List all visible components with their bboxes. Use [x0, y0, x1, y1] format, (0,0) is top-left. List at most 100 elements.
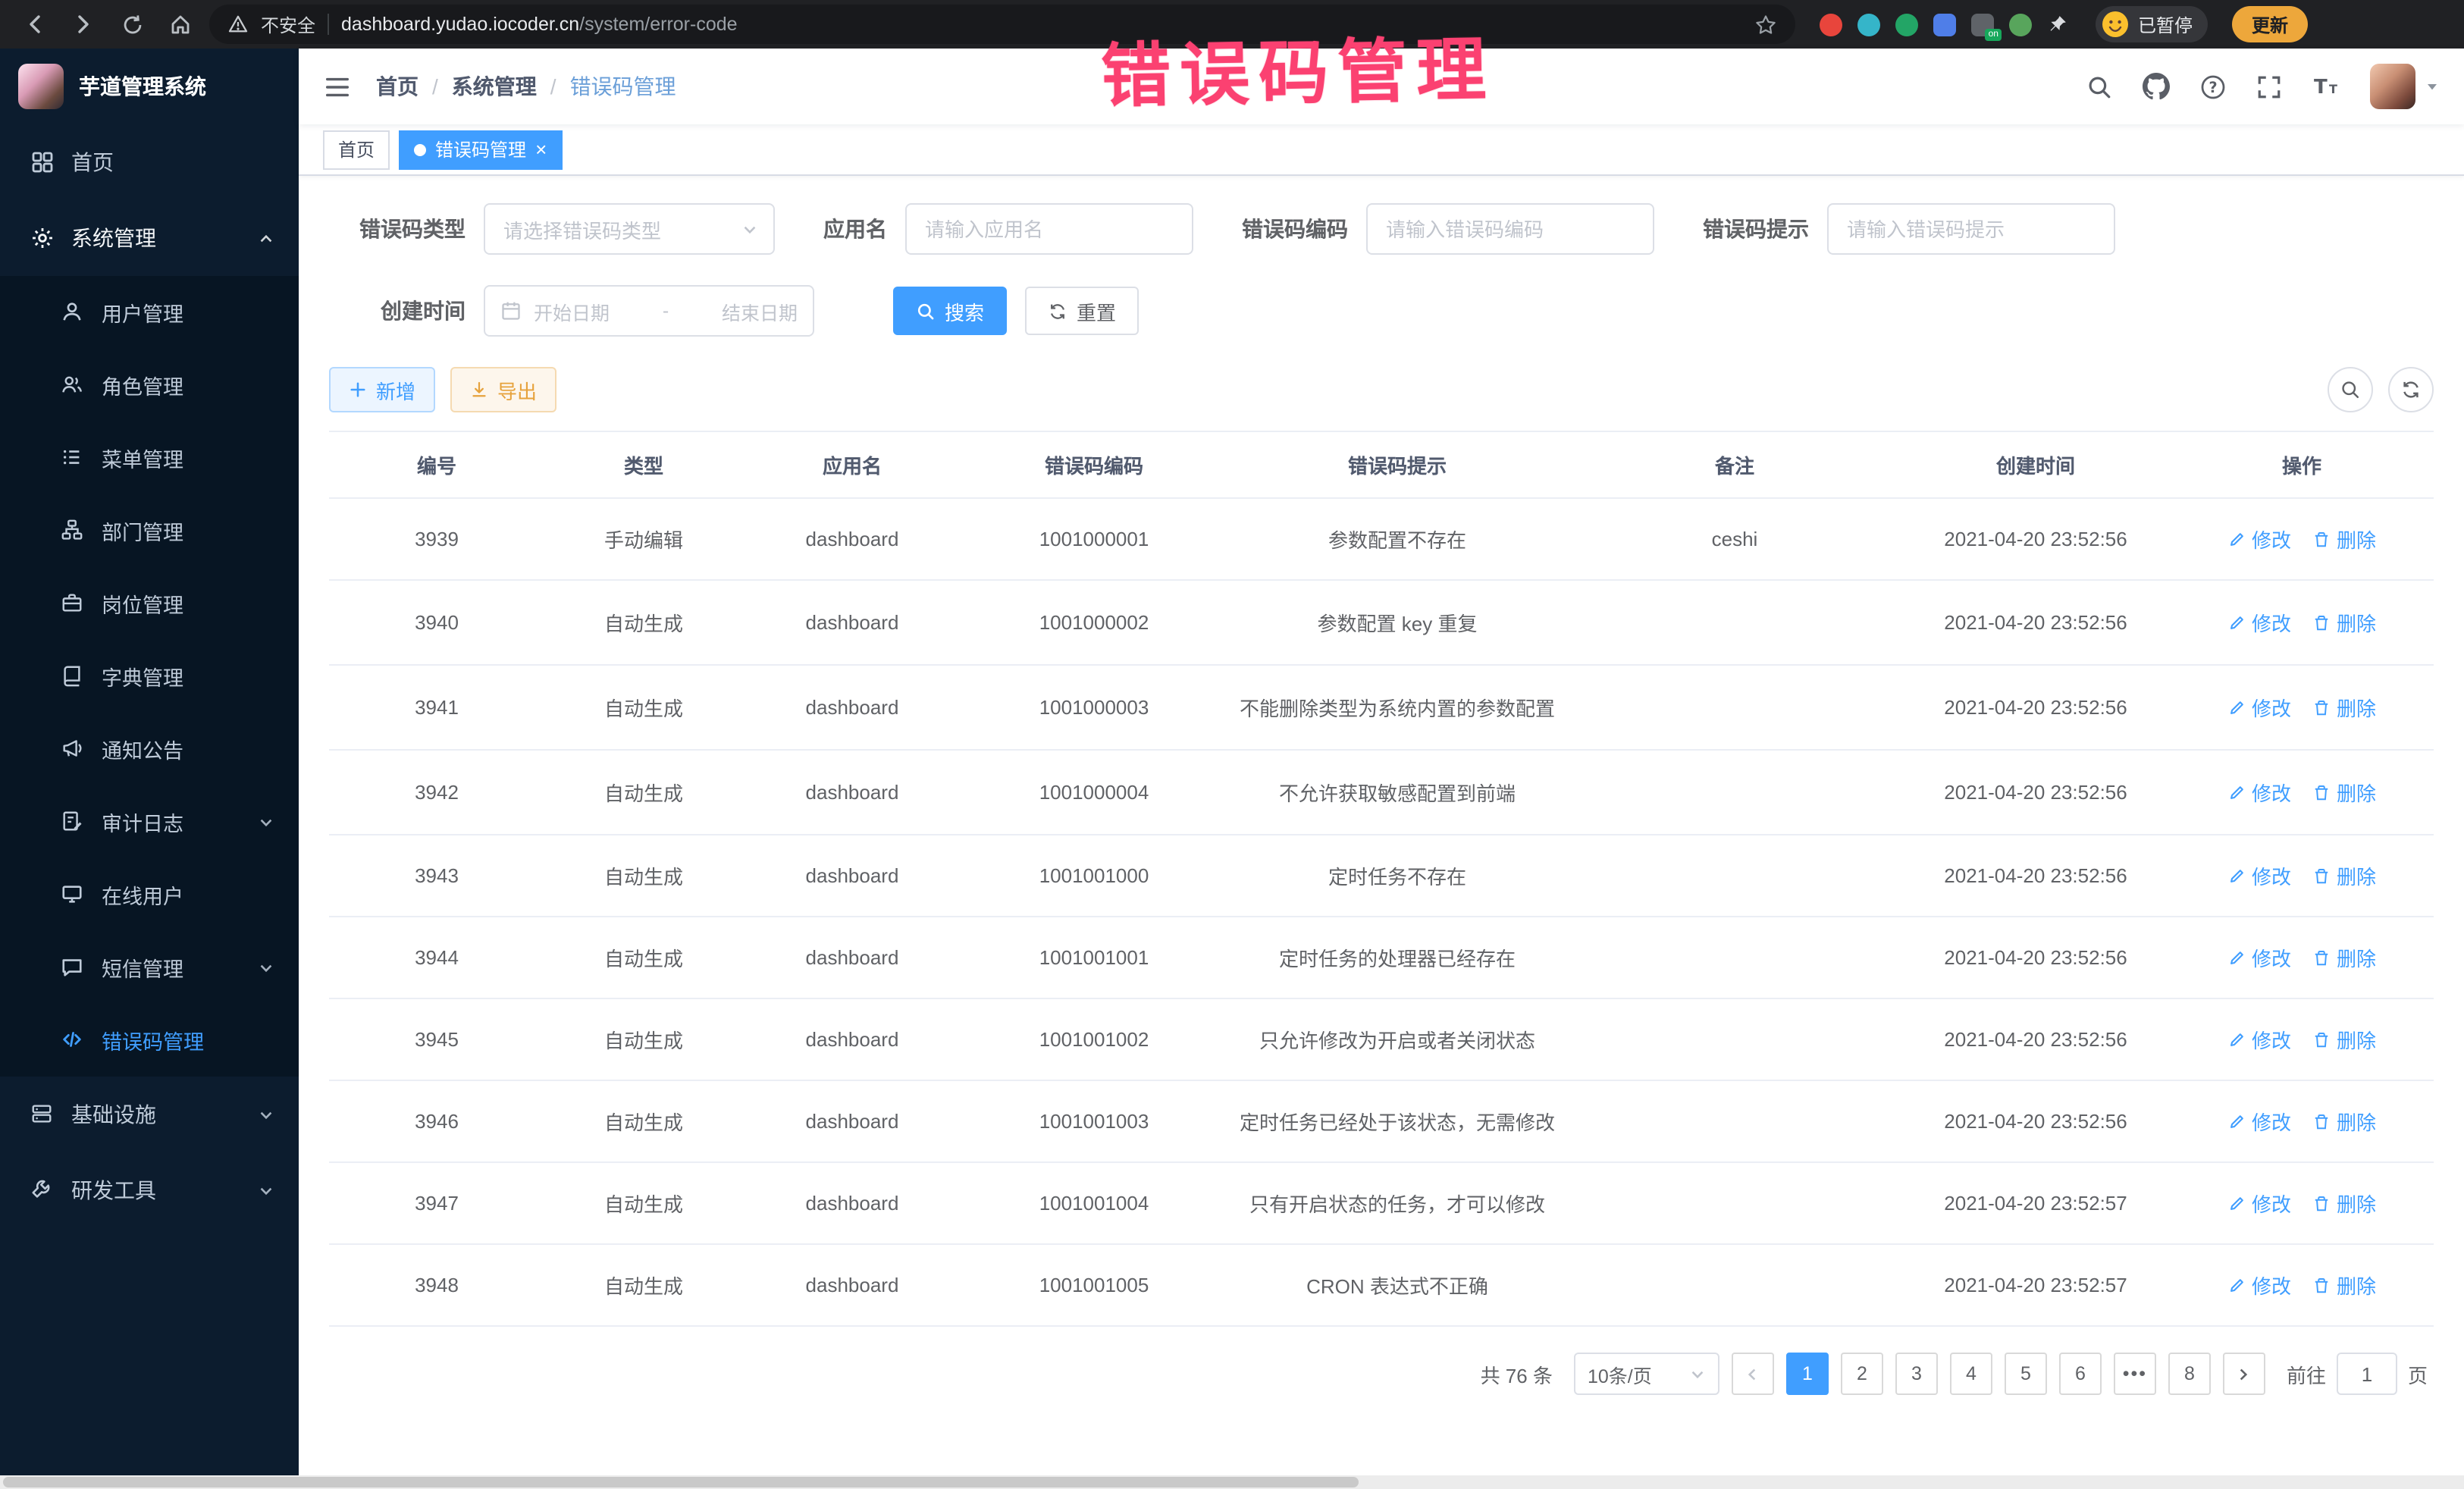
horizontal-scrollbar[interactable] [0, 1475, 2464, 1489]
page-button[interactable]: 2 [1841, 1353, 1883, 1395]
fullscreen-icon[interactable] [2256, 74, 2282, 99]
edit-link[interactable]: 修改 [2227, 1107, 2291, 1136]
edit-link[interactable]: 修改 [2227, 608, 2291, 637]
delete-link[interactable]: 删除 [2312, 778, 2376, 807]
extension-icon[interactable] [1857, 13, 1880, 36]
error-type-select[interactable]: 请选择错误码类型 [484, 203, 775, 255]
prev-page-button[interactable] [1732, 1353, 1774, 1395]
user-menu[interactable] [2370, 64, 2440, 109]
browser-forward-button[interactable] [64, 5, 103, 44]
date-end-placeholder[interactable]: 结束日期 [722, 296, 798, 325]
delete-icon [2312, 1276, 2331, 1294]
page-button[interactable]: 8 [2168, 1353, 2211, 1395]
refresh-table-button[interactable] [2388, 367, 2434, 412]
menu-list-icon [61, 446, 85, 470]
delete-link[interactable]: 删除 [2312, 525, 2376, 553]
delete-link[interactable]: 删除 [2312, 1025, 2376, 1054]
browser-back-button[interactable] [15, 5, 55, 44]
browser-address-bar[interactable]: 不安全 dashboard.yudao.iocoder.cn/system/er… [209, 5, 1795, 44]
next-page-button[interactable] [2223, 1353, 2265, 1395]
edit-link[interactable]: 修改 [2227, 1025, 2291, 1054]
sidebar-item[interactable]: 部门管理 [0, 494, 299, 567]
browser-profile-chip[interactable]: 已暂停 [2096, 6, 2208, 42]
export-button[interactable]: 导出 [450, 367, 556, 412]
page-size-select[interactable]: 10条/页 [1574, 1353, 1719, 1395]
sidebar-item[interactable]: 字典管理 [0, 640, 299, 713]
page-more-button[interactable]: ••• [2114, 1353, 2156, 1395]
breadcrumb-item[interactable]: 系统管理 [452, 71, 537, 102]
sidebar-item[interactable]: 在线用户 [0, 858, 299, 931]
delete-link[interactable]: 删除 [2312, 1107, 2376, 1136]
tag-close-icon[interactable]: × [535, 139, 547, 159]
edit-link[interactable]: 修改 [2227, 861, 2291, 890]
reset-button[interactable]: 重置 [1025, 287, 1139, 335]
table-row: 3942自动生成dashboard1001000004不允许获取敏感配置到前端2… [329, 750, 2434, 835]
delete-link[interactable]: 删除 [2312, 608, 2376, 637]
sidebar-item[interactable]: 短信管理 [0, 931, 299, 1004]
sidebar-item[interactable]: 审计日志 [0, 785, 299, 858]
sidebar-item-label: 通知公告 [102, 734, 183, 764]
cell-app: dashboard [743, 1244, 961, 1326]
search-button[interactable]: 搜索 [893, 287, 1007, 335]
edit-link[interactable]: 修改 [2227, 1271, 2291, 1299]
edit-link[interactable]: 修改 [2227, 943, 2291, 972]
edit-link[interactable]: 修改 [2227, 693, 2291, 722]
scrollbar-thumb[interactable] [3, 1477, 1359, 1487]
svg-text:T: T [2329, 82, 2337, 96]
sidebar-item[interactable]: 用户管理 [0, 276, 299, 349]
sidebar-item[interactable]: 首页 [0, 124, 299, 200]
date-start-placeholder[interactable]: 开始日期 [534, 296, 610, 325]
extension-icon[interactable] [2009, 13, 2032, 36]
browser-update-button[interactable]: 更新 [2232, 6, 2308, 42]
extension-icon[interactable] [1933, 13, 1956, 36]
delete-link[interactable]: 删除 [2312, 1271, 2376, 1299]
sidebar-item[interactable]: 通知公告 [0, 713, 299, 785]
tag-item[interactable]: 首页 [323, 130, 390, 169]
edit-link[interactable]: 修改 [2227, 525, 2291, 553]
sidebar-item[interactable]: 角色管理 [0, 349, 299, 422]
goto-page-input[interactable] [2337, 1353, 2397, 1395]
delete-link[interactable]: 删除 [2312, 1189, 2376, 1218]
add-button[interactable]: 新增 [329, 367, 435, 412]
filter-input[interactable] [905, 203, 1193, 255]
security-label[interactable]: 不安全 [261, 11, 315, 37]
toggle-search-button[interactable] [2328, 367, 2373, 412]
delete-link[interactable]: 删除 [2312, 861, 2376, 890]
page-button[interactable]: 3 [1895, 1353, 1938, 1395]
font-size-icon[interactable]: TT [2312, 74, 2340, 99]
breadcrumb-item[interactable]: 首页 [376, 71, 419, 102]
sidebar-item[interactable]: 系统管理 [0, 200, 299, 276]
delete-link[interactable]: 删除 [2312, 693, 2376, 722]
page-button[interactable]: 6 [2059, 1353, 2102, 1395]
sidebar-collapse-button[interactable] [323, 72, 352, 101]
sidebar-logo-row[interactable]: 芋道管理系统 [0, 49, 299, 124]
edit-link[interactable]: 修改 [2227, 778, 2291, 807]
pinned-extension-pin-icon[interactable] [2047, 14, 2068, 35]
sidebar-item[interactable]: 基础设施 [0, 1077, 299, 1152]
filter-row-1: 错误码类型请选择错误码类型应用名错误码编码错误码提示 [329, 203, 2434, 255]
edit-link[interactable]: 修改 [2227, 1189, 2291, 1218]
page-button[interactable]: 5 [2005, 1353, 2047, 1395]
sidebar-item[interactable]: 研发工具 [0, 1152, 299, 1228]
github-icon[interactable] [2143, 73, 2170, 100]
extension-icon[interactable] [1895, 13, 1918, 36]
sidebar-item[interactable]: 错误码管理 [0, 1004, 299, 1077]
date-range-picker[interactable]: 开始日期 - 结束日期 [484, 285, 814, 337]
filter-input[interactable] [1827, 203, 2115, 255]
sidebar-item[interactable]: 岗位管理 [0, 567, 299, 640]
page-button[interactable]: 4 [1950, 1353, 1992, 1395]
role-icon [61, 373, 85, 397]
sidebar-item[interactable]: 菜单管理 [0, 422, 299, 494]
browser-reload-button[interactable] [112, 5, 152, 44]
bookmark-star-icon[interactable] [1754, 13, 1777, 36]
extension-icon[interactable]: on [1971, 13, 1994, 36]
header-search-icon[interactable] [2086, 74, 2112, 99]
page-button[interactable]: 1 [1786, 1353, 1829, 1395]
help-icon[interactable]: ? [2200, 74, 2226, 99]
tag-active[interactable]: 错误码管理× [399, 130, 562, 169]
dashboard-icon [30, 150, 55, 174]
filter-input[interactable] [1366, 203, 1654, 255]
browser-home-button[interactable] [161, 5, 200, 44]
extension-icon[interactable] [1820, 13, 1842, 36]
delete-link[interactable]: 删除 [2312, 943, 2376, 972]
